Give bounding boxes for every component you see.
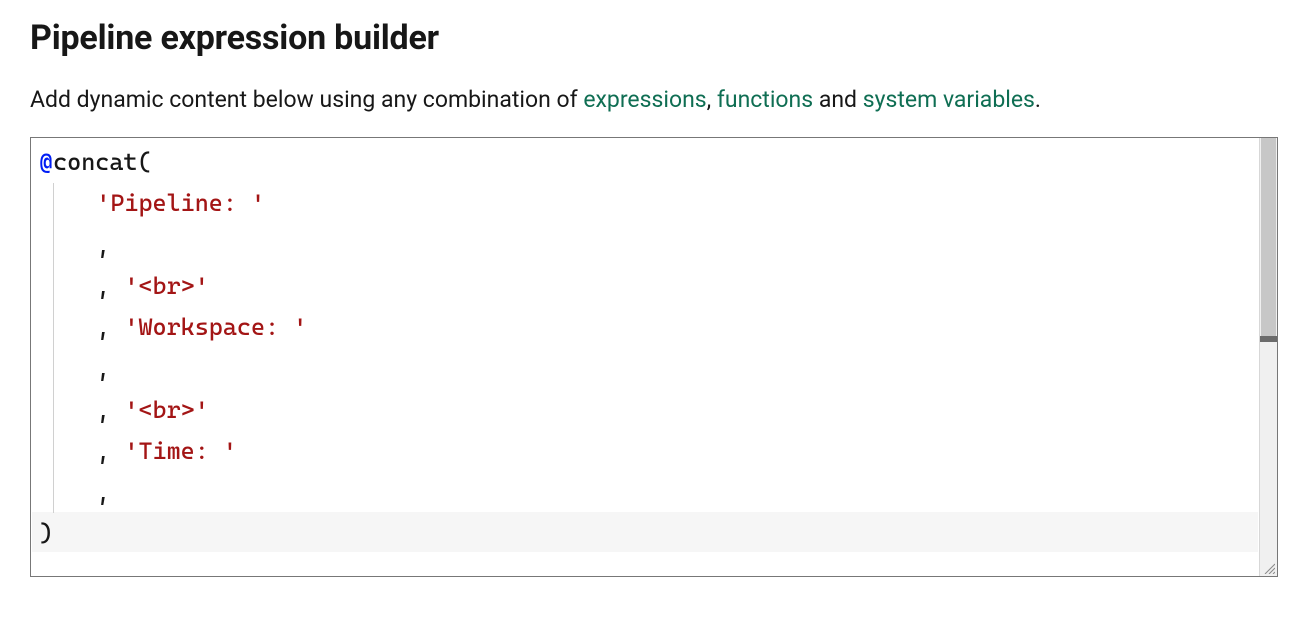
scrollbar-thumb[interactable] [1261,138,1276,338]
link-system-variables[interactable]: system variables [863,86,1035,113]
token-fn-concat: concat [53,148,137,176]
expression-editor[interactable]: @concat( 'Pipeline: ' , , '<br>' , 'Work… [30,137,1278,577]
token-str-time: 'Time: ' [124,437,237,465]
token-close-paren: ) [39,519,53,547]
token-str-br: '<br>' [124,396,208,424]
code-content[interactable]: @concat( 'Pipeline: ' , , '<br>' , 'Work… [31,138,1259,559]
token-comma: , [96,437,110,465]
intro-text: Add dynamic content below using any comb… [30,84,1278,115]
token-str-pipeline: 'Pipeline: ' [96,189,265,217]
editor-viewport[interactable]: @concat( 'Pipeline: ' , , '<br>' , 'Work… [31,138,1259,576]
intro-suffix: . [1035,86,1041,113]
intro-middle: and [813,86,863,113]
intro-comma1: , [707,86,717,113]
link-functions[interactable]: functions [717,86,813,113]
token-str-br: '<br>' [124,272,208,300]
scrollbar-mark [1260,336,1277,342]
token-comma: , [96,313,110,341]
token-comma: , [96,354,110,382]
token-open-paren: ( [137,148,151,176]
token-str-workspace: 'Workspace: ' [124,313,307,341]
token-comma: , [96,478,110,506]
link-expressions[interactable]: expressions [583,86,706,113]
page-title: Pipeline expression builder [30,18,1278,58]
scrollbar-vertical[interactable] [1259,138,1277,576]
token-comma: , [96,231,110,259]
token-at: @ [39,148,53,176]
token-comma: , [96,396,110,424]
token-comma: , [96,272,110,300]
intro-prefix: Add dynamic content below using any comb… [30,86,583,113]
